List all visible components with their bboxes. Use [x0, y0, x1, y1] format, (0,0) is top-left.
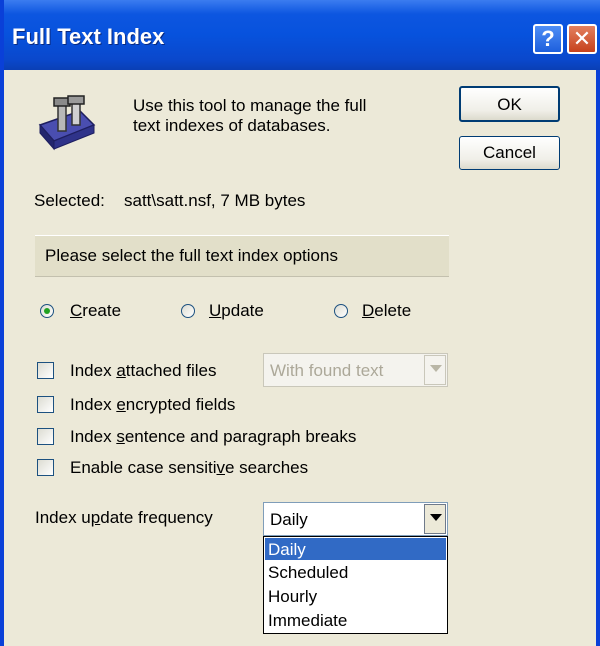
radio-create-label: Create — [70, 301, 122, 320]
frequency-option-daily-label: Daily — [268, 540, 306, 559]
frequency-option-hourly[interactable]: Hourly — [265, 585, 446, 607]
frequency-option-scheduled-label: Scheduled — [268, 563, 349, 582]
attached-mode-value: With found text — [270, 361, 384, 380]
full-text-index-dialog: Full Text Index ? ✕ Use this tool to man… — [0, 0, 600, 646]
attached-mode-select[interactable]: With found text — [263, 353, 448, 387]
frequency-option-hourly-label: Hourly — [268, 587, 318, 606]
selected-label: Selected: — [34, 191, 105, 210]
frequency-value: Daily — [270, 510, 308, 529]
window-title: Full Text Index — [12, 24, 165, 49]
checkbox-attached-label: Index attached files — [70, 361, 217, 380]
close-button[interactable]: ✕ — [567, 24, 597, 54]
frequency-option-daily[interactable]: Daily — [265, 538, 446, 560]
intro-text-line-2: text indexes of databases. — [133, 116, 331, 135]
frequency-select[interactable]: Daily — [263, 502, 448, 536]
checkbox-case-sensitive[interactable]: Enable case sensitive searches — [37, 456, 367, 482]
checkbox-index-sentence-breaks[interactable]: Index sentence and paragraph breaks — [37, 425, 417, 451]
checkbox-sentence-label: Index sentence and paragraph breaks — [70, 427, 357, 446]
radio-update-label: Update — [209, 301, 264, 320]
options-header-text: Please select the full text index option… — [45, 246, 338, 265]
title-bar: Full Text Index ? ✕ — [4, 0, 600, 70]
radio-delete-circle[interactable] — [334, 304, 348, 318]
checkbox-index-attached-files[interactable]: Index attached files — [37, 359, 257, 385]
checkbox-index-encrypted-fields[interactable]: Index encrypted fields — [37, 393, 297, 419]
frequency-dropdown-arrow[interactable] — [424, 504, 446, 534]
checkbox-case-label: Enable case sensitive searches — [70, 458, 309, 477]
intro-text-line-1: Use this tool to manage the full — [133, 96, 367, 115]
database-tool-icon — [38, 95, 96, 151]
radio-update-circle[interactable] — [181, 304, 195, 318]
options-header: Please select the full text index option… — [35, 235, 449, 277]
frequency-option-immediate-label: Immediate — [268, 611, 348, 630]
radio-selected-dot — [44, 308, 50, 314]
cancel-button[interactable]: Cancel — [459, 136, 560, 170]
checkbox-sentence-box[interactable] — [37, 428, 54, 445]
checkbox-encrypted-box[interactable] — [37, 396, 54, 413]
selected-value: satt\satt.nsf, 7 MB bytes — [124, 191, 306, 210]
frequency-options-list: Daily Scheduled Hourly Immediate — [263, 536, 448, 634]
frequency-option-scheduled[interactable]: Scheduled — [265, 561, 446, 583]
radio-create[interactable]: Create — [40, 299, 140, 323]
frequency-option-immediate[interactable]: Immediate — [265, 609, 446, 631]
checkbox-case-box[interactable] — [37, 459, 54, 476]
chevron-down-icon — [430, 514, 442, 521]
radio-delete[interactable]: Delete — [334, 299, 434, 323]
chevron-down-icon — [430, 365, 442, 372]
ok-button[interactable]: OK — [459, 86, 560, 122]
radio-create-circle[interactable] — [40, 304, 54, 318]
radio-update[interactable]: Update — [181, 299, 291, 323]
radio-delete-label: Delete — [362, 301, 412, 320]
frequency-label: Index update frequency — [35, 508, 213, 527]
checkbox-attached-box[interactable] — [37, 362, 54, 379]
help-button[interactable]: ? — [533, 24, 563, 54]
attached-mode-dropdown-arrow[interactable] — [424, 355, 446, 385]
checkbox-encrypted-label: Index encrypted fields — [70, 395, 236, 414]
